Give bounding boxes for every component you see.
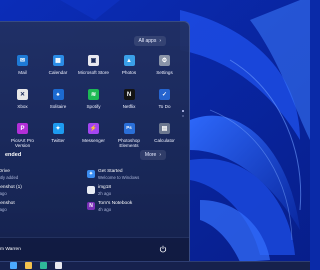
all-apps-button[interactable]: All apps › xyxy=(133,36,166,46)
recommended-item-text: img18 2h ago xyxy=(98,185,111,196)
recommended-item[interactable]: img18 2h ago xyxy=(87,185,111,196)
pinned-app-mail[interactable]: ✉ Mail xyxy=(5,52,40,86)
recommended-item[interactable]: reenshotn ago xyxy=(0,201,15,212)
recommended-item-text: Tom's Notebook 4h ago xyxy=(98,201,132,212)
recommended-item-text: reenshotn ago xyxy=(0,201,15,212)
app-label: Messenger xyxy=(82,138,105,143)
recommended-item-subtitle: n ago xyxy=(0,207,7,212)
pinned-app-netflix[interactable]: N Netflix xyxy=(112,86,147,120)
all-apps-label: All apps xyxy=(138,38,157,44)
recommended-header: ended More › xyxy=(0,150,189,162)
recommended-title: ended xyxy=(5,152,22,158)
pinned-app-calculator[interactable]: ▤ Calculator xyxy=(147,120,182,154)
spotify-icon: ≋ xyxy=(88,89,99,100)
app-label: Settings xyxy=(156,70,173,75)
messenger-icon: ⚡ xyxy=(88,123,99,134)
page-dot xyxy=(182,115,184,117)
pinned-app-photos[interactable]: ▲ Photos xyxy=(112,52,147,86)
todo-icon: ✓ xyxy=(159,89,170,100)
pinned-app-twitter[interactable]: ✦ Twitter xyxy=(41,120,76,154)
photoshop-icon: Ps xyxy=(123,123,135,134)
gear-icon: ⚙ xyxy=(159,55,170,66)
pinned-apps-grid: ✉ Mail ▦ Calendar ▣ Microsoft Store ▲ Photos ⚙ Se… xyxy=(5,52,181,154)
app-label: Calendar xyxy=(48,70,68,75)
page-indicator[interactable] xyxy=(182,110,185,120)
more-button[interactable]: More › xyxy=(139,150,166,160)
app-label: Mail xyxy=(18,70,27,75)
pinned-app-xbox[interactable]: ✕ Xbox xyxy=(5,86,40,120)
start-menu: All apps › ✉ Mail ▦ Calendar ▣ Microsoft Store… xyxy=(0,21,190,261)
app-label: Spotify xyxy=(86,104,101,109)
pinned-header: All apps › xyxy=(0,36,189,48)
pinned-app-to-do[interactable]: ✓ To Do xyxy=(147,86,182,120)
app-label: Netflix xyxy=(122,104,136,109)
pinned-app-microsoft-store[interactable]: ▣ Microsoft Store xyxy=(76,52,111,86)
recommended-item-text: reenshot (1)n ago xyxy=(0,185,22,196)
calculator-icon: ▤ xyxy=(159,123,170,134)
netflix-icon: N xyxy=(123,89,135,100)
pinned-app-calendar[interactable]: ▦ Calendar xyxy=(41,52,76,86)
more-label: More xyxy=(144,152,157,158)
app-label: Photoshop Elements xyxy=(118,138,140,149)
pinned-app-messenger[interactable]: ⚡ Messenger xyxy=(76,120,111,154)
app-label: PicsArt Pro Version xyxy=(11,138,34,149)
pinned-app-picsart-pro-version[interactable]: P PicsArt Pro Version xyxy=(5,120,40,154)
recommended-item[interactable]: eDriveently added xyxy=(0,169,18,180)
chevron-right-icon: › xyxy=(159,38,161,44)
onenote-icon: N xyxy=(87,202,95,210)
store-icon: ▣ xyxy=(88,55,99,66)
taskbar-store-icon[interactable] xyxy=(55,262,62,269)
app-label: Xbox xyxy=(17,104,28,109)
solitaire-icon: ♠ xyxy=(52,89,64,100)
app-label: Photos xyxy=(121,70,137,75)
recommended-item-subtitle: 2h ago xyxy=(98,191,112,196)
recommended-item-text: Get Started Welcome to Windows xyxy=(98,169,139,180)
photos-icon: ▲ xyxy=(123,55,135,66)
recommended-item-text: eDriveently added xyxy=(0,169,18,180)
app-label: To Do xyxy=(158,104,171,109)
recommended-item[interactable]: N Tom's Notebook 4h ago xyxy=(87,201,132,212)
pinned-app-photoshop-elements[interactable]: Ps Photoshop Elements xyxy=(112,120,147,154)
recommended-item[interactable]: reenshot (1)n ago xyxy=(0,185,22,196)
page-dot-active xyxy=(182,110,184,112)
mail-icon: ✉ xyxy=(17,55,28,66)
app-label: Twitter xyxy=(51,138,65,143)
app-label: Calculator xyxy=(154,138,175,143)
get-started-icon: ✦ xyxy=(87,170,95,178)
recommended-item-subtitle: 4h ago xyxy=(98,207,112,212)
recommended-item-subtitle: Welcome to Windows xyxy=(98,175,140,180)
taskbar-edge-icon[interactable] xyxy=(40,262,47,269)
image-file-icon xyxy=(87,186,95,194)
recommended-item-subtitle: ently added xyxy=(0,175,19,180)
start-menu-footer: m Warren xyxy=(0,237,189,261)
pinned-app-spotify[interactable]: ≋ Spotify xyxy=(76,86,111,120)
pinned-app-settings[interactable]: ⚙ Settings xyxy=(147,52,182,86)
picsart-icon: P xyxy=(17,123,28,134)
chevron-right-icon: › xyxy=(159,152,161,158)
user-account-name[interactable]: m Warren xyxy=(0,247,21,252)
taskbar xyxy=(0,261,310,270)
app-label: Microsoft Store xyxy=(78,70,109,75)
twitter-icon: ✦ xyxy=(52,123,64,134)
power-icon[interactable] xyxy=(159,245,167,253)
calendar-icon: ▦ xyxy=(52,55,64,66)
pinned-app-solitaire[interactable]: ♠ Solitaire xyxy=(41,86,76,120)
app-label: Solitaire xyxy=(49,104,67,109)
taskbar-start-icon[interactable] xyxy=(10,262,17,269)
taskbar-explorer-icon[interactable] xyxy=(25,262,32,269)
recommended-item[interactable]: ✦ Get Started Welcome to Windows xyxy=(87,169,139,180)
xbox-icon: ✕ xyxy=(17,89,28,100)
recommended-item-subtitle: n ago xyxy=(0,191,7,196)
